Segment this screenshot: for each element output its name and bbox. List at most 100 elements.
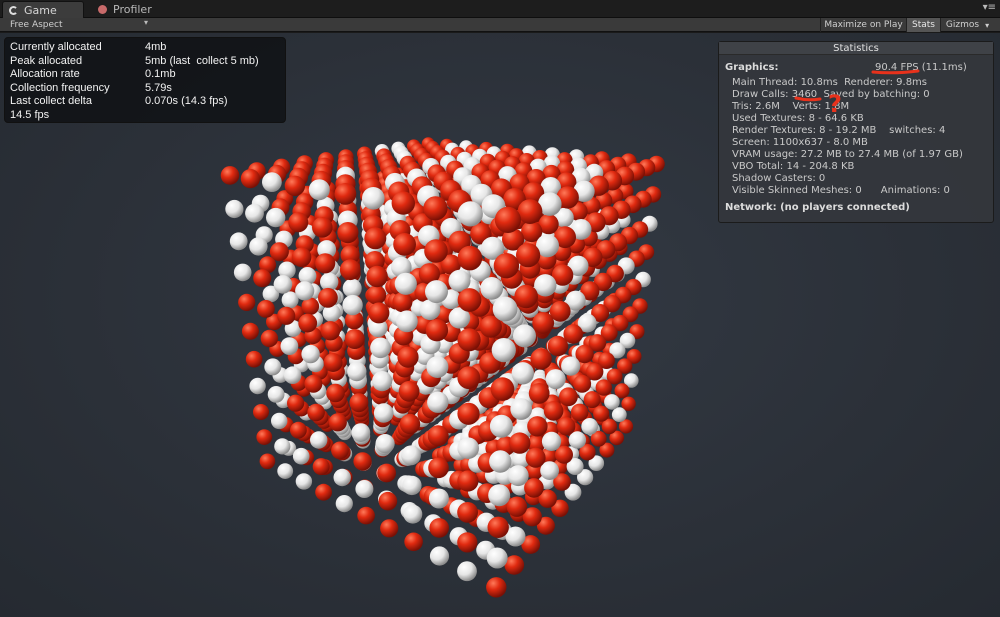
stat-skinned: Visible Skinned Meshes: 0 Animations: 0 (732, 185, 950, 196)
sphere (457, 437, 480, 460)
stat-tris: Tris: 2.6M Verts: 1.8M (732, 101, 850, 112)
sphere (277, 463, 294, 479)
sphere (380, 519, 399, 538)
sphere (457, 470, 479, 492)
mem-row-label: Peak allocated (10, 55, 83, 67)
sphere (287, 394, 305, 412)
statistics-panel: Statistics Graphics: 90.4 FPS (11.1ms) M… (718, 41, 994, 223)
aspect-dropdown[interactable]: Free Aspect ▾ (4, 18, 150, 32)
sphere (337, 222, 359, 244)
sphere (494, 206, 521, 233)
sphere (298, 313, 318, 333)
mem-row: Collection frequency 5.79s (10, 82, 172, 95)
sphere (304, 374, 323, 393)
sphere (342, 294, 363, 316)
sphere (426, 356, 449, 378)
sphere (249, 377, 266, 395)
stats-toggle-button[interactable]: Stats (906, 18, 940, 32)
maximize-on-play-button[interactable]: Maximize on Play (820, 18, 906, 32)
sphere (545, 369, 566, 390)
sphere (480, 277, 504, 300)
sphere (427, 391, 449, 413)
mem-row: Currently allocated 4mb (10, 41, 166, 54)
sphere (491, 338, 516, 363)
sphere (424, 239, 448, 263)
sphere (357, 506, 375, 525)
sphere (362, 187, 385, 210)
sphere (516, 243, 541, 268)
mem-row-value: 5mb (last collect 5 mb) (145, 55, 259, 67)
tab-profiler[interactable]: Profiler (92, 1, 174, 18)
stat-draw-calls: Draw Calls: 3460 Saved by batching: 0 (732, 89, 930, 100)
sphere (377, 463, 396, 483)
sphere (487, 516, 509, 538)
sphere (427, 425, 449, 447)
mem-row: Last collect delta 0.070s (14.3 fps) (10, 95, 228, 108)
sphere (506, 496, 528, 517)
sphere (561, 356, 581, 376)
sphere (355, 480, 374, 498)
memory-stats-overlay: Currently allocated 4mb Peak allocated 5mb… (4, 37, 286, 123)
stat-shadow: Shadow Casters: 0 (732, 173, 826, 184)
tab-bar: Game Profiler ▾≡ (0, 0, 1000, 18)
sphere (595, 379, 612, 396)
sphere (393, 233, 416, 256)
sphere (366, 265, 388, 288)
sphere (457, 288, 482, 312)
stat-vram: VRAM usage: 27.2 MB to 27.4 MB (of 1.97 … (732, 149, 963, 160)
sphere (583, 391, 601, 409)
sphere (267, 386, 285, 403)
sphere (295, 281, 315, 301)
sphere (509, 432, 531, 454)
sphere (262, 172, 282, 193)
sphere (398, 380, 420, 402)
mem-row-value: 0.070s (14.3 fps) (145, 95, 228, 107)
sphere (428, 488, 449, 509)
sphere (541, 431, 562, 451)
sphere (401, 445, 421, 466)
window-menu-icon[interactable]: ▾≡ (983, 2, 996, 13)
sphere (344, 329, 365, 349)
game-controller-icon (9, 5, 18, 15)
statistics-title: Statistics (719, 42, 993, 55)
dropdown-arrow-icon: ▾ (143, 18, 148, 27)
sphere (457, 328, 481, 352)
sphere (271, 412, 288, 430)
sphere (249, 237, 268, 256)
sphere (339, 259, 361, 281)
sphere (403, 504, 423, 524)
stat-main-thread: Main Thread: 10.8ms Renderer: 9.8ms (732, 77, 928, 88)
sphere (335, 495, 353, 513)
sphere (280, 337, 299, 355)
sphere (396, 310, 418, 333)
sphere (245, 203, 264, 223)
sphere (457, 245, 483, 271)
sphere (253, 269, 272, 288)
tab-game[interactable]: Game (2, 1, 84, 18)
sphere (486, 547, 508, 569)
sphere (301, 344, 320, 364)
sphere (229, 232, 248, 251)
sphere (532, 312, 555, 334)
sphere (320, 321, 341, 341)
sphere (368, 302, 390, 324)
sphere (323, 353, 343, 372)
sphere (257, 300, 275, 318)
game-toolbar: Free Aspect ▾ Maximize on Play Stats Giz… (0, 18, 1000, 32)
sphere (266, 207, 286, 228)
sphere (527, 416, 548, 437)
mem-fps: 14.5 fps (10, 109, 50, 121)
mem-row-label: Allocation rate (10, 68, 80, 80)
aspect-label: Free Aspect (10, 20, 63, 30)
sphere (253, 404, 269, 420)
mem-row: Allocation rate 0.1mb (10, 68, 176, 81)
sphere (245, 350, 263, 368)
sphere (290, 421, 307, 439)
sphere (423, 196, 448, 221)
sphere (397, 346, 419, 368)
gizmos-button[interactable]: Gizmos ▾ (940, 18, 994, 32)
sphere (238, 293, 256, 311)
mem-row-value: 5.79s (145, 82, 172, 94)
graphics-label: Graphics: (725, 62, 779, 73)
sphere (342, 278, 362, 298)
